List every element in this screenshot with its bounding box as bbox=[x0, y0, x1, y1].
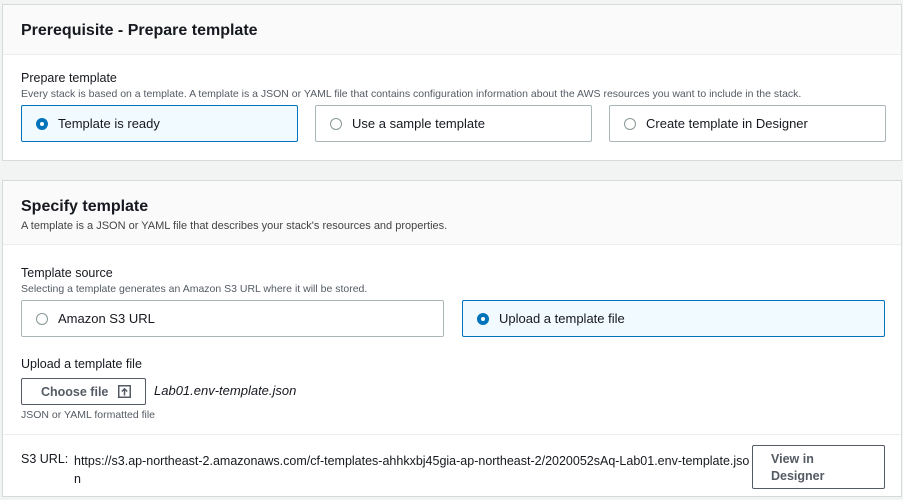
radio-sample-template[interactable] bbox=[330, 118, 342, 130]
upload-icon bbox=[118, 385, 131, 398]
s3-url-value: https://s3.ap-northeast-2.amazonaws.com/… bbox=[74, 454, 750, 486]
template-source-description: Selecting a template generates an Amazon… bbox=[21, 283, 368, 295]
prepare-template-description: Every stack is based on a template. A te… bbox=[21, 88, 802, 100]
prerequisite-panel: Prerequisite - Prepare template Prepare … bbox=[2, 4, 902, 161]
option-sample-template[interactable]: Use a sample template bbox=[315, 105, 592, 142]
prerequisite-header: Prerequisite - Prepare template bbox=[3, 5, 901, 55]
radio-create-in-designer[interactable] bbox=[624, 118, 636, 130]
specify-template-panel: Specify template A template is a JSON or… bbox=[2, 180, 902, 497]
view-in-designer-label: View in Designer bbox=[771, 452, 825, 483]
option-upload-template-file-label: Upload a template file bbox=[499, 311, 625, 326]
prepare-template-label: Prepare template bbox=[21, 71, 117, 85]
radio-template-ready[interactable] bbox=[36, 118, 48, 130]
specify-template-description: A template is a JSON or YAML file that d… bbox=[21, 220, 448, 232]
option-upload-template-file[interactable]: Upload a template file bbox=[462, 300, 885, 337]
radio-amazon-s3-url[interactable] bbox=[36, 313, 48, 325]
upload-file-label: Upload a template file bbox=[21, 357, 142, 371]
specify-template-title: Specify template bbox=[21, 198, 149, 215]
option-create-in-designer-label: Create template in Designer bbox=[646, 116, 808, 131]
choose-file-label: Choose file bbox=[41, 385, 109, 399]
view-in-designer-button[interactable]: View in Designer bbox=[752, 445, 885, 489]
upload-file-hint: JSON or YAML formatted file bbox=[21, 409, 156, 421]
option-amazon-s3-url-label: Amazon S3 URL bbox=[58, 311, 155, 326]
template-source-label: Template source bbox=[21, 266, 113, 280]
option-template-ready-label: Template is ready bbox=[58, 116, 160, 131]
option-amazon-s3-url[interactable]: Amazon S3 URL bbox=[21, 300, 444, 337]
choose-file-button[interactable]: Choose file bbox=[21, 378, 146, 405]
s3-url-row: S3 URL: https://s3.ap-northeast-2.amazon… bbox=[3, 434, 901, 496]
specify-template-header: Specify template A template is a JSON or… bbox=[3, 181, 901, 245]
prerequisite-title: Prerequisite - Prepare template bbox=[21, 22, 258, 39]
radio-upload-template-file[interactable] bbox=[477, 313, 489, 325]
option-sample-template-label: Use a sample template bbox=[352, 116, 485, 131]
selected-file-name: Lab01.env-template.json bbox=[154, 383, 297, 398]
option-create-in-designer[interactable]: Create template in Designer bbox=[609, 105, 886, 142]
option-template-ready[interactable]: Template is ready bbox=[21, 105, 298, 142]
s3-url-label: S3 URL: bbox=[21, 452, 69, 466]
